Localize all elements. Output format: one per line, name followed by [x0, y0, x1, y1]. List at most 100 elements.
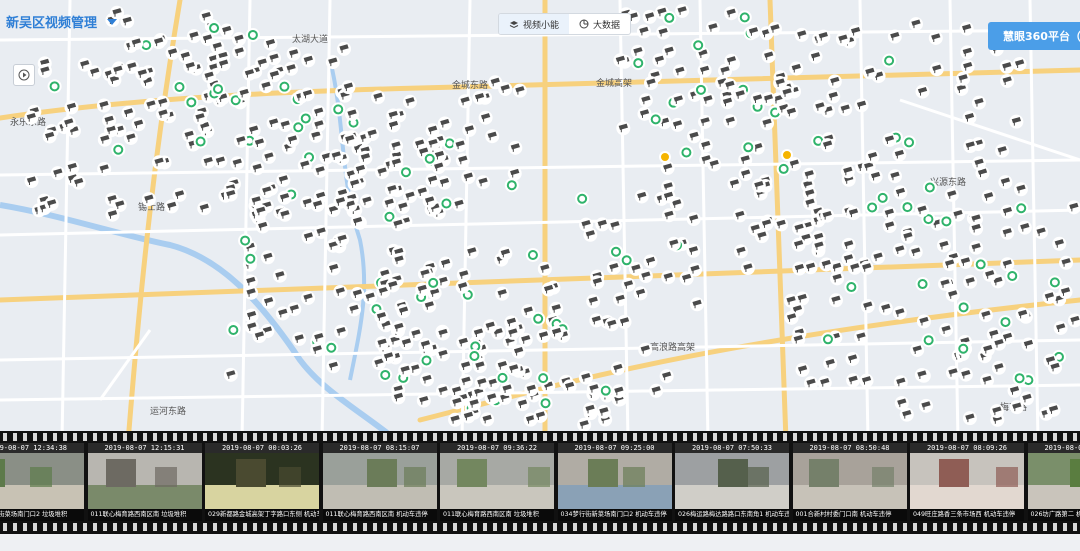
camera-marker[interactable]: [840, 164, 855, 179]
camera-marker[interactable]: [791, 237, 806, 252]
camera-marker[interactable]: [419, 372, 434, 387]
camera-marker[interactable]: [846, 373, 861, 388]
camera-marker[interactable]: [583, 402, 598, 417]
app-title[interactable]: 新吴区视频管理: [6, 12, 118, 31]
camera-marker[interactable]: [969, 221, 984, 236]
camera-marker[interactable]: [42, 129, 57, 144]
camera-snapshot[interactable]: 2019-08-07 08:50:48 001合新村村委门口南 机动车违停: [792, 443, 907, 521]
camera-marker[interactable]: [165, 45, 180, 60]
camera-marker[interactable]: [178, 49, 193, 64]
active-camera-marker[interactable]: [915, 277, 930, 292]
camera-marker[interactable]: [453, 138, 468, 153]
active-camera-marker[interactable]: [238, 233, 253, 248]
camera-marker[interactable]: [666, 236, 681, 251]
active-camera-marker[interactable]: [324, 340, 339, 355]
camera-marker[interactable]: [335, 232, 350, 247]
camera-marker[interactable]: [438, 256, 453, 271]
camera-marker[interactable]: [908, 245, 923, 260]
camera-marker[interactable]: [915, 84, 930, 99]
camera-marker[interactable]: [259, 183, 274, 198]
camera-marker[interactable]: [610, 361, 625, 376]
camera-marker[interactable]: [24, 174, 39, 189]
camera-marker[interactable]: [887, 29, 902, 44]
camera-marker[interactable]: [643, 254, 658, 269]
camera-marker[interactable]: [1000, 204, 1015, 219]
camera-marker[interactable]: [656, 25, 671, 40]
camera-marker[interactable]: [250, 161, 265, 176]
camera-marker[interactable]: [123, 130, 138, 145]
active-camera-marker[interactable]: [956, 341, 971, 356]
camera-marker[interactable]: [359, 194, 374, 209]
camera-marker[interactable]: [301, 290, 316, 305]
camera-marker[interactable]: [261, 294, 276, 309]
camera-marker[interactable]: [418, 337, 433, 352]
camera-marker[interactable]: [690, 297, 705, 312]
active-camera-marker[interactable]: [693, 82, 708, 97]
camera-marker[interactable]: [613, 53, 628, 68]
camera-marker[interactable]: [661, 208, 676, 223]
active-camera-marker[interactable]: [662, 10, 677, 25]
camera-marker[interactable]: [908, 17, 923, 32]
camera-marker[interactable]: [959, 21, 974, 36]
camera-marker[interactable]: [471, 326, 486, 341]
camera-marker[interactable]: [638, 342, 653, 357]
camera-marker[interactable]: [644, 76, 659, 91]
camera-marker[interactable]: [422, 193, 437, 208]
camera-marker[interactable]: [230, 156, 245, 171]
camera-marker[interactable]: [846, 206, 861, 221]
camera-marker[interactable]: [284, 61, 299, 76]
active-camera-marker[interactable]: [111, 142, 126, 157]
camera-marker[interactable]: [201, 154, 216, 169]
camera-marker[interactable]: [518, 332, 533, 347]
camera-marker[interactable]: [760, 116, 775, 131]
camera-marker[interactable]: [727, 176, 742, 191]
camera-marker[interactable]: [425, 123, 440, 138]
camera-marker[interactable]: [341, 80, 356, 95]
camera-marker[interactable]: [326, 359, 341, 374]
active-camera-marker[interactable]: [207, 21, 222, 36]
camera-marker[interactable]: [472, 90, 487, 105]
camera-marker[interactable]: [995, 143, 1010, 158]
camera-marker[interactable]: [819, 257, 834, 272]
camera-marker[interactable]: [416, 393, 431, 408]
camera-marker[interactable]: [1012, 56, 1027, 71]
camera-marker[interactable]: [733, 87, 748, 102]
active-camera-marker[interactable]: [226, 322, 241, 337]
camera-marker[interactable]: [456, 335, 471, 350]
camera-marker[interactable]: [882, 219, 897, 234]
camera-marker[interactable]: [437, 175, 452, 190]
camera-marker[interactable]: [773, 75, 788, 90]
active-camera-marker[interactable]: [922, 180, 937, 195]
camera-marker[interactable]: [642, 9, 657, 24]
active-camera-marker[interactable]: [243, 251, 258, 266]
camera-marker[interactable]: [882, 132, 897, 147]
active-camera-marker[interactable]: [245, 27, 260, 42]
camera-marker[interactable]: [462, 122, 477, 137]
active-camera-marker[interactable]: [598, 383, 613, 398]
camera-marker[interactable]: [244, 285, 259, 300]
camera-marker[interactable]: [828, 293, 843, 308]
camera-marker[interactable]: [478, 110, 493, 125]
active-camera-marker[interactable]: [1047, 275, 1062, 290]
camera-marker[interactable]: [461, 170, 476, 185]
camera-marker[interactable]: [740, 260, 755, 275]
active-camera-marker[interactable]: [298, 111, 313, 126]
active-camera-marker[interactable]: [538, 396, 553, 411]
camera-marker[interactable]: [991, 360, 1006, 375]
camera-marker[interactable]: [435, 326, 450, 341]
camera-marker[interactable]: [384, 182, 399, 197]
active-camera-marker[interactable]: [1005, 268, 1020, 283]
camera-marker[interactable]: [1013, 182, 1028, 197]
camera-marker[interactable]: [660, 160, 675, 175]
camera-marker[interactable]: [498, 246, 513, 261]
camera-marker[interactable]: [848, 24, 863, 39]
camera-marker[interactable]: [549, 325, 564, 340]
camera-marker[interactable]: [391, 320, 406, 335]
camera-marker[interactable]: [718, 63, 733, 78]
camera-marker[interactable]: [705, 20, 720, 35]
camera-marker[interactable]: [958, 254, 973, 269]
camera-marker[interactable]: [724, 6, 739, 21]
camera-marker[interactable]: [1000, 225, 1015, 240]
camera-marker[interactable]: [131, 117, 146, 132]
camera-marker[interactable]: [616, 121, 631, 136]
